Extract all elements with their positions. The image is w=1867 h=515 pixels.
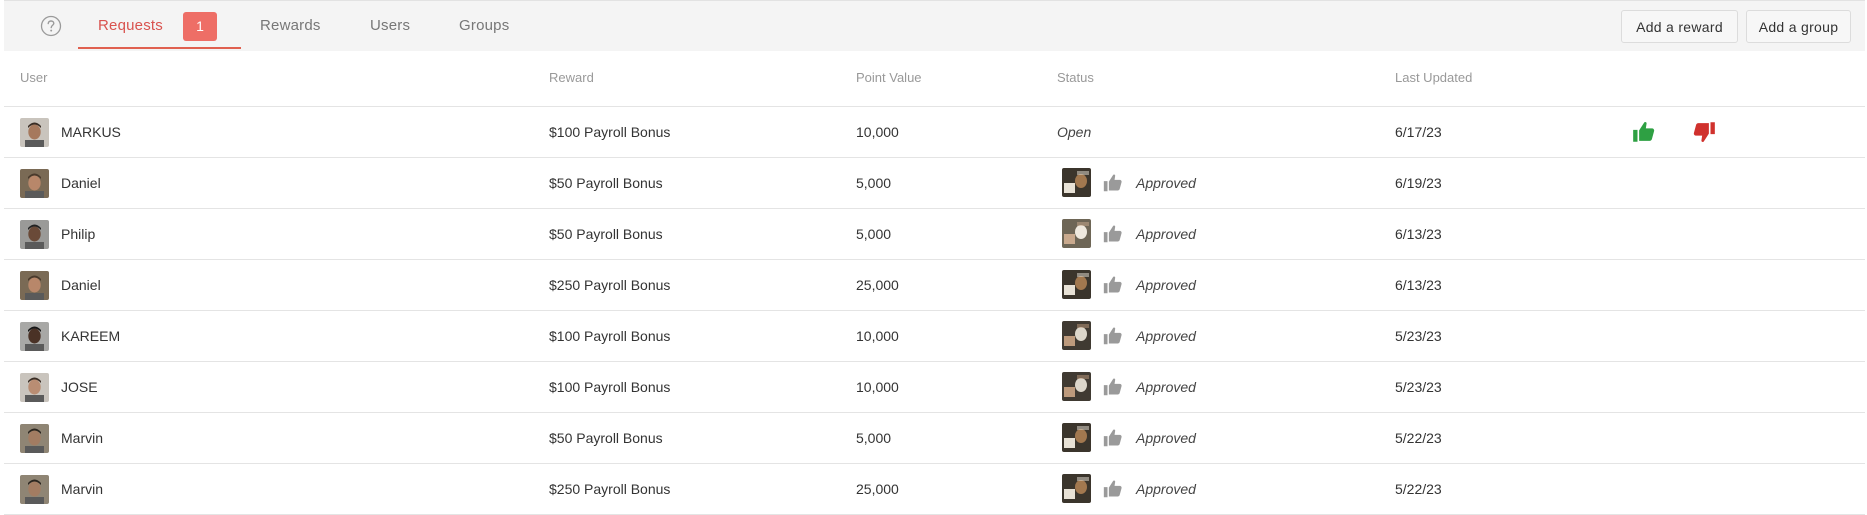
approved-thumbs-up-icon — [1103, 378, 1122, 396]
tab-users[interactable]: Users — [370, 1, 410, 49]
column-header-user[interactable]: User — [20, 70, 47, 85]
status-text: Approved — [1136, 277, 1196, 293]
approver-avatar — [1062, 321, 1091, 350]
column-header-reward[interactable]: Reward — [549, 70, 594, 85]
add-reward-button[interactable]: Add a reward — [1621, 10, 1738, 43]
status-text: Approved — [1136, 328, 1196, 344]
user-name[interactable]: KAREEM — [61, 311, 120, 361]
approved-thumbs-up-icon — [1103, 480, 1122, 498]
reward-name: $250 Payroll Bonus — [549, 481, 671, 497]
last-updated-date: 5/23/23 — [1395, 328, 1442, 344]
approver-avatar — [1062, 168, 1091, 197]
table-row[interactable]: MARKUS $100 Payroll Bonus 10,000 Open 6/17/2… — [4, 107, 1865, 158]
last-updated-date: 6/13/23 — [1395, 277, 1442, 293]
column-header-status[interactable]: Status — [1057, 70, 1094, 85]
top-toolbar: Requests 1 Rewards Users Groups Add a re… — [4, 0, 1865, 51]
last-updated-date: 6/17/23 — [1395, 124, 1442, 140]
table-row[interactable]: Philip $50 Payroll Bonus 5,000 Approved 6/13… — [4, 209, 1865, 260]
last-updated-date: 6/19/23 — [1395, 175, 1442, 191]
approver-avatar — [1062, 372, 1091, 401]
tab-groups[interactable]: Groups — [459, 1, 509, 49]
reward-name: $50 Payroll Bonus — [549, 226, 663, 242]
user-avatar — [20, 322, 49, 351]
add-group-button[interactable]: Add a group — [1746, 10, 1851, 43]
approver-avatar — [1062, 423, 1091, 452]
table-row[interactable]: Daniel $50 Payroll Bonus 5,000 Approved 6/19… — [4, 158, 1865, 209]
point-value: 10,000 — [856, 124, 899, 140]
reward-name: $50 Payroll Bonus — [549, 430, 663, 446]
point-value: 5,000 — [856, 226, 892, 242]
approved-thumbs-up-icon — [1103, 327, 1122, 345]
point-value: 5,000 — [856, 430, 892, 446]
requests-count-badge: 1 — [183, 12, 217, 41]
user-name[interactable]: MARKUS — [61, 107, 121, 157]
user-name[interactable]: Daniel — [61, 158, 101, 208]
last-updated-date: 5/23/23 — [1395, 379, 1442, 395]
approved-thumbs-up-icon — [1103, 276, 1122, 294]
user-avatar — [20, 220, 49, 249]
approver-avatar — [1062, 219, 1091, 248]
table-row[interactable]: Marvin $50 Payroll Bonus 5,000 Approved 5/22… — [4, 413, 1865, 464]
user-avatar — [20, 373, 49, 402]
reward-name: $100 Payroll Bonus — [549, 124, 671, 140]
point-value: 10,000 — [856, 379, 899, 395]
reward-name: $50 Payroll Bonus — [549, 175, 663, 191]
user-avatar — [20, 118, 49, 147]
table-row[interactable]: Daniel $250 Payroll Bonus 25,000 Approved 6/… — [4, 260, 1865, 311]
table-row[interactable]: Marvin $250 Payroll Bonus 25,000 Approved 5/… — [4, 464, 1865, 515]
point-value: 5,000 — [856, 175, 892, 191]
column-header-last-updated[interactable]: Last Updated — [1395, 70, 1472, 85]
approver-avatar — [1062, 270, 1091, 299]
active-tab-indicator — [78, 47, 241, 49]
last-updated-date: 5/22/23 — [1395, 430, 1442, 446]
approved-thumbs-up-icon — [1103, 429, 1122, 447]
status-text: Approved — [1136, 379, 1196, 395]
user-name[interactable]: JOSE — [61, 362, 98, 412]
reject-thumbs-down-icon[interactable] — [1691, 119, 1717, 145]
tab-rewards[interactable]: Rewards — [260, 1, 321, 49]
approver-avatar — [1062, 474, 1091, 503]
status-text: Approved — [1136, 226, 1196, 242]
table-row[interactable]: KAREEM $100 Payroll Bonus 10,000 Approved 5/… — [4, 311, 1865, 362]
requests-table: User Reward Point Value Status Last Upda… — [4, 50, 1865, 515]
user-avatar — [20, 475, 49, 504]
status-text: Approved — [1136, 430, 1196, 446]
last-updated-date: 5/22/23 — [1395, 481, 1442, 497]
reward-name: $100 Payroll Bonus — [549, 328, 671, 344]
point-value: 10,000 — [856, 328, 899, 344]
user-name[interactable]: Daniel — [61, 260, 101, 310]
reward-name: $250 Payroll Bonus — [549, 277, 671, 293]
reward-name: $100 Payroll Bonus — [549, 379, 671, 395]
user-name[interactable]: Marvin — [61, 464, 103, 514]
approved-thumbs-up-icon — [1103, 174, 1122, 192]
approve-thumbs-up-icon[interactable] — [1631, 119, 1657, 145]
user-name[interactable]: Marvin — [61, 413, 103, 463]
table-row[interactable]: JOSE $100 Payroll Bonus 10,000 Approved 5/23… — [4, 362, 1865, 413]
point-value: 25,000 — [856, 277, 899, 293]
user-avatar — [20, 169, 49, 198]
user-name[interactable]: Philip — [61, 209, 95, 259]
question-circle-icon[interactable] — [40, 15, 62, 37]
table-header: User Reward Point Value Status Last Upda… — [4, 50, 1865, 107]
approved-thumbs-up-icon — [1103, 225, 1122, 243]
column-header-point-value[interactable]: Point Value — [856, 70, 922, 85]
table-body: MARKUS $100 Payroll Bonus 10,000 Open 6/17/2… — [4, 107, 1865, 515]
user-avatar — [20, 271, 49, 300]
status-text: Open — [1057, 124, 1092, 140]
status-text: Approved — [1136, 175, 1196, 191]
last-updated-date: 6/13/23 — [1395, 226, 1442, 242]
point-value: 25,000 — [856, 481, 899, 497]
status-text: Approved — [1136, 481, 1196, 497]
user-avatar — [20, 424, 49, 453]
tab-requests[interactable]: Requests — [98, 1, 163, 49]
